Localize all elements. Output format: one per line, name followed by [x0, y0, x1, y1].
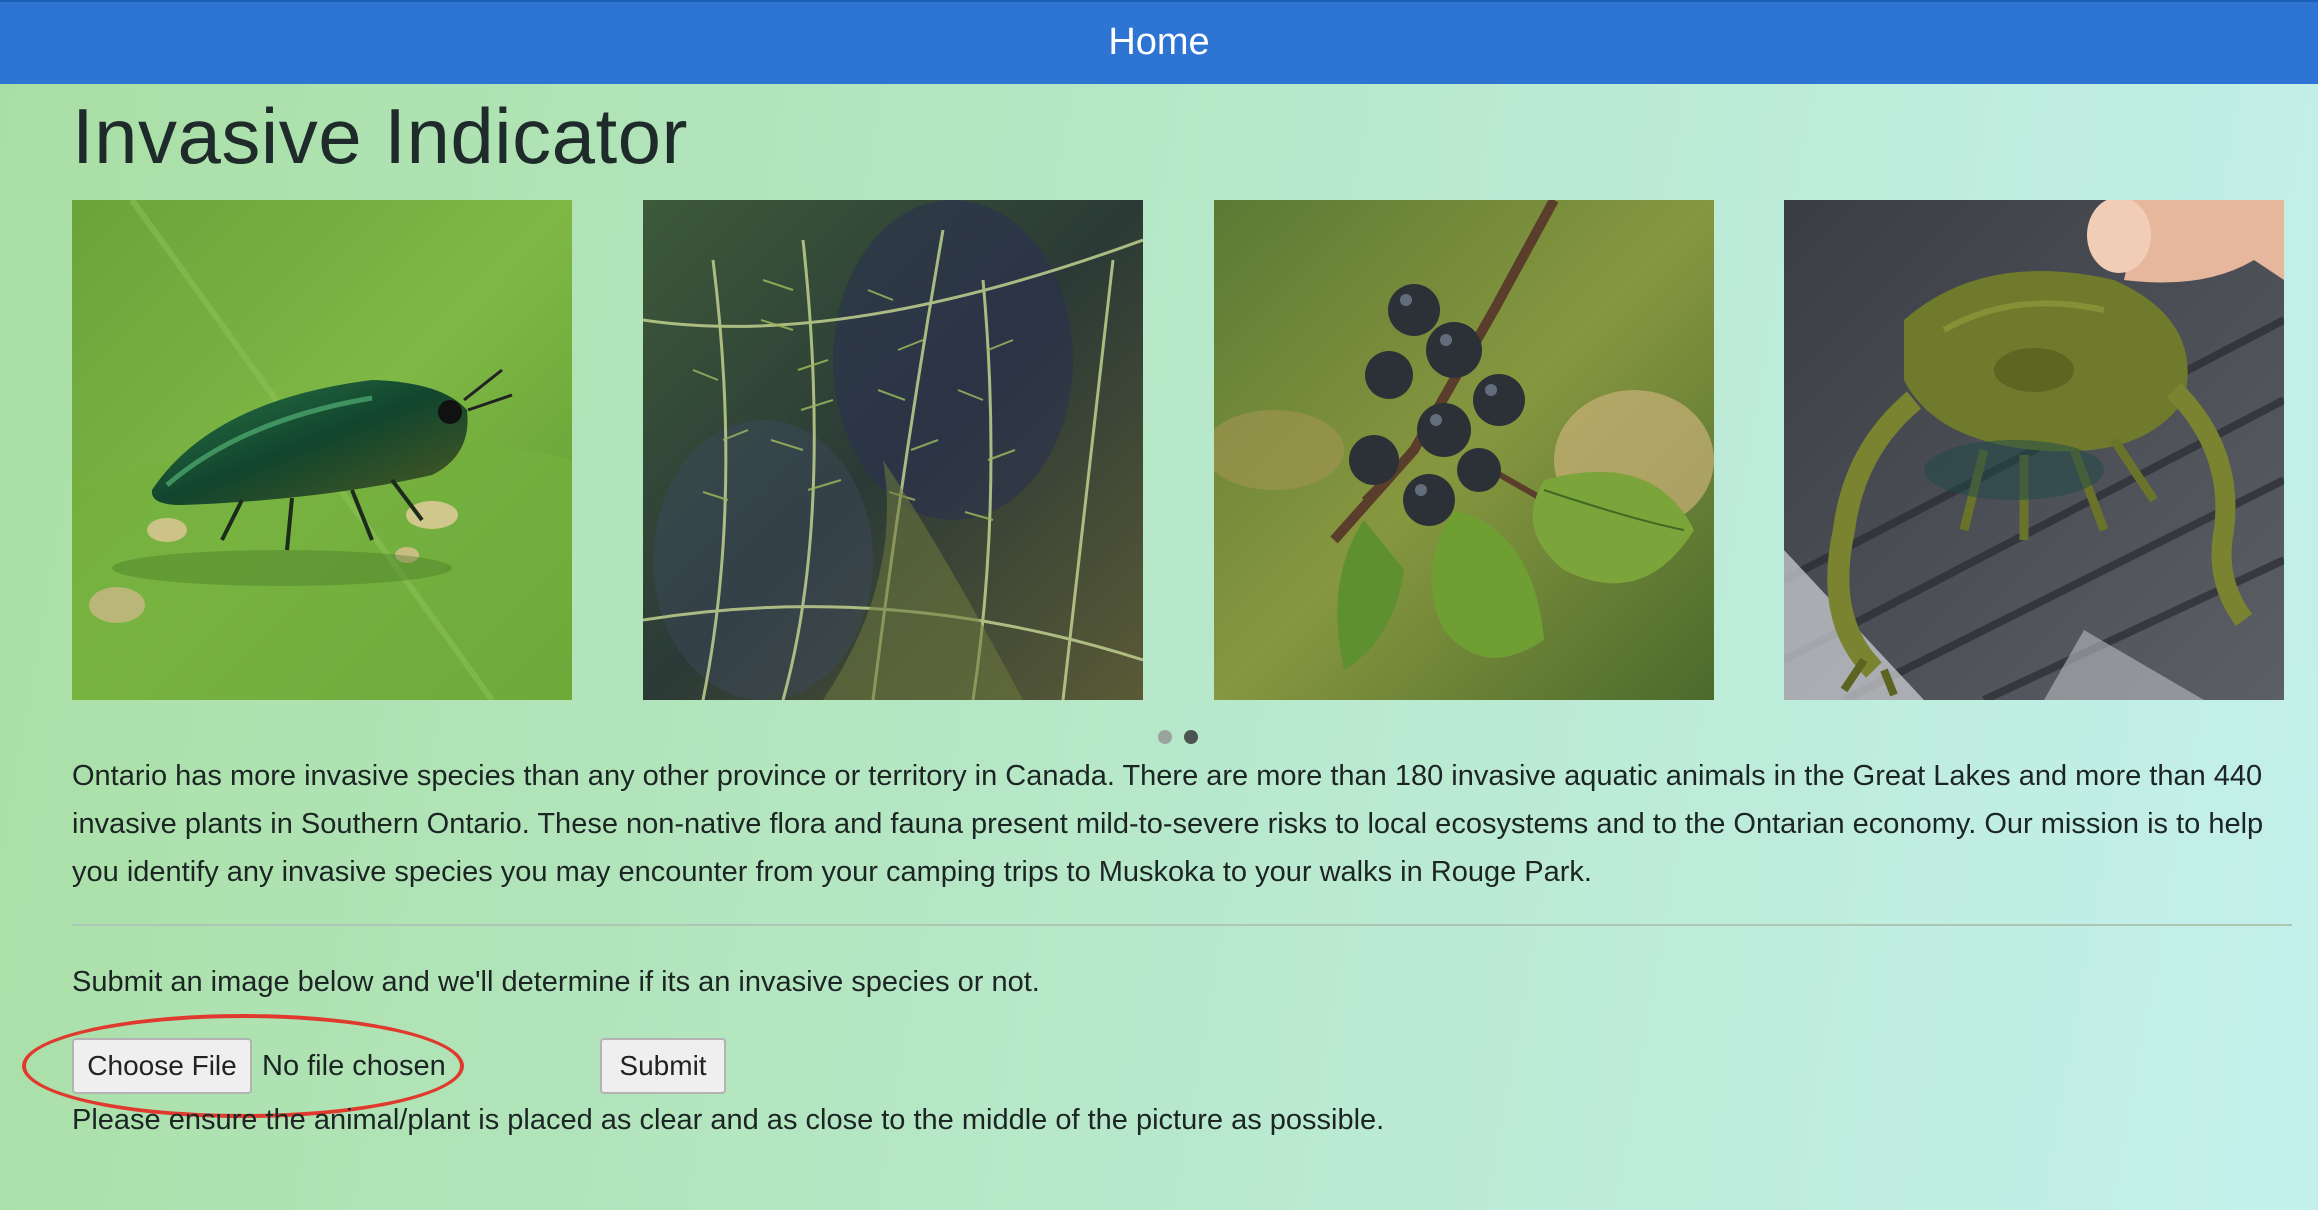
submit-instructions: Submit an image below and we'll determin… — [72, 966, 1040, 998]
carousel-indicators — [1158, 730, 1198, 746]
carousel-dot-2[interactable] — [1184, 730, 1198, 744]
choose-file-button[interactable]: Choose File — [72, 1038, 252, 1094]
crab-image — [1784, 200, 2284, 700]
image-carousel — [72, 200, 2284, 700]
intro-paragraph: Ontario has more invasive species than a… — [72, 760, 2264, 888]
submit-button[interactable]: Submit — [600, 1038, 726, 1094]
buckthorn-image — [1214, 200, 1714, 700]
beetle-image — [72, 200, 572, 700]
carousel-dot-1[interactable] — [1158, 730, 1172, 744]
carousel-slide-crab — [1784, 200, 2284, 700]
carousel-slide-buckthorn — [1214, 200, 1714, 700]
page-title: Invasive Indicator — [72, 92, 688, 180]
image-guidance-note: Please ensure the animal/plant is placed… — [72, 1104, 1385, 1136]
top-navbar: Home — [0, 0, 2318, 84]
section-divider — [72, 924, 2292, 926]
carousel-slide-beetle — [72, 200, 572, 700]
nav-home-link[interactable]: Home — [0, 18, 2318, 66]
carousel-slide-milfoil — [643, 200, 1143, 700]
file-status-text: No file chosen — [262, 1050, 446, 1082]
milfoil-image — [643, 200, 1143, 700]
